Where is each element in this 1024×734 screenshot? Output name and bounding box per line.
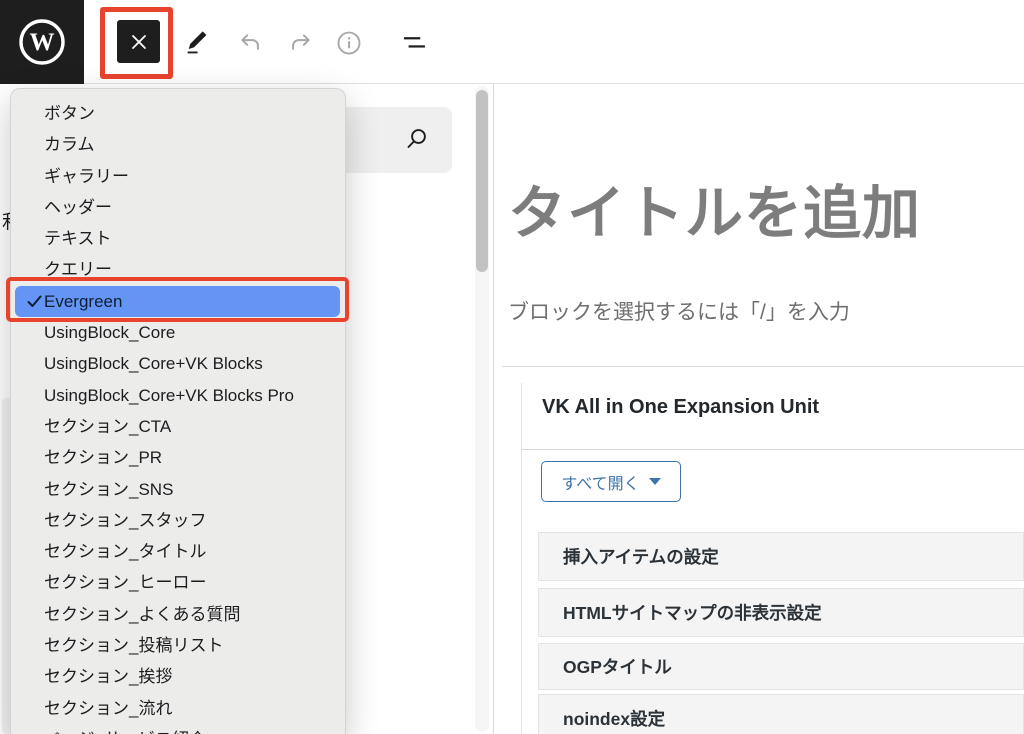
menu-item[interactable]: セクション_タイトル [11,536,345,567]
menu-item-label: Evergreen [44,292,122,311]
menu-item[interactable]: カラム [11,129,345,160]
wordpress-logo[interactable]: W [0,0,84,84]
document-overview-icon [401,29,429,57]
menu-item-evergreen[interactable]: Evergreen [15,286,340,317]
wordpress-logo-icon: W [17,17,67,67]
inserter-scrollbar-thumb[interactable] [476,90,488,272]
accordion-row-html-sitemap[interactable]: HTMLサイトマップの非表示設定 [538,588,1024,637]
wordpress-block-editor: W [0,0,1024,734]
menu-item[interactable]: ギャラリー [11,161,345,192]
info-icon [335,29,363,57]
accordion-label: 挿入アイテムの設定 [563,544,719,569]
search-icon [402,126,430,154]
metabox-title: VK All in One Expansion Unit [542,396,819,419]
content-separator [502,366,1024,367]
checkmark-icon [26,293,43,310]
search-input[interactable] [330,107,452,173]
accordion-row-ogp-title[interactable]: OGPタイトル [538,643,1024,690]
menu-item[interactable]: ボタン [11,98,345,129]
svg-text:W: W [30,29,55,56]
undo-button[interactable] [236,29,264,57]
editor-canvas: タイトルを追加 ブロックを選択するには「/」を入力 VK All in One … [494,84,1024,734]
accordion-label: HTMLサイトマップの非表示設定 [563,600,822,625]
redo-icon [287,29,315,57]
menu-item[interactable]: クエリー [11,254,345,285]
block-appender[interactable]: ブロックを選択するには「/」を入力 [508,296,850,326]
menu-item[interactable]: ページ_サービス紹介 [11,724,345,734]
menu-item[interactable]: セクション_CTA [11,411,345,442]
menu-item[interactable]: テキスト [11,223,345,254]
document-info-button[interactable] [335,29,363,57]
menu-item[interactable]: セクション_スタッフ [11,505,345,536]
pencil-icon [183,29,211,57]
metabox-divider [522,449,1024,450]
close-icon [130,33,148,51]
chevron-down-icon [649,478,661,485]
block-category-menu: ボタン カラム ギャラリー ヘッダー テキスト クエリー Evergreen U… [10,88,346,734]
menu-item[interactable]: セクション_ヒーロー [11,567,345,598]
accordion-row-noindex[interactable]: noindex設定 [538,694,1024,734]
menu-item[interactable]: UsingBlock_Core+VK Blocks [11,348,345,379]
post-title-input[interactable]: タイトルを追加 [508,166,921,250]
accordion-label: noindex設定 [563,706,665,731]
menu-item[interactable]: セクション_投稿リスト [11,630,345,661]
redo-button[interactable] [287,29,315,57]
editor-toolbar: W [0,0,1024,84]
accordion-label: OGPタイトル [563,654,672,679]
metabox-left-border [521,383,522,734]
open-all-label: すべて開く [561,470,639,494]
menu-item[interactable]: セクション_挨拶 [11,661,345,692]
close-inserter-button[interactable] [117,20,160,63]
menu-item[interactable]: セクション_SNS [11,474,345,505]
undo-icon [236,29,264,57]
menu-item[interactable]: セクション_流れ [11,693,345,724]
document-overview-button[interactable] [401,29,429,57]
inserter-scrollbar-track[interactable] [475,86,489,732]
edit-tool-button[interactable] [183,29,211,57]
open-all-button[interactable]: すべて開く [541,461,681,502]
menu-item[interactable]: UsingBlock_Core+VK Blocks Pro [11,380,345,411]
menu-item[interactable]: UsingBlock_Core [11,317,345,348]
menu-item[interactable]: セクション_よくある質問 [11,599,345,630]
menu-item[interactable]: セクション_PR [11,442,345,473]
accordion-row-insert-items[interactable]: 挿入アイテムの設定 [538,532,1024,581]
menu-item[interactable]: ヘッダー [11,192,345,223]
